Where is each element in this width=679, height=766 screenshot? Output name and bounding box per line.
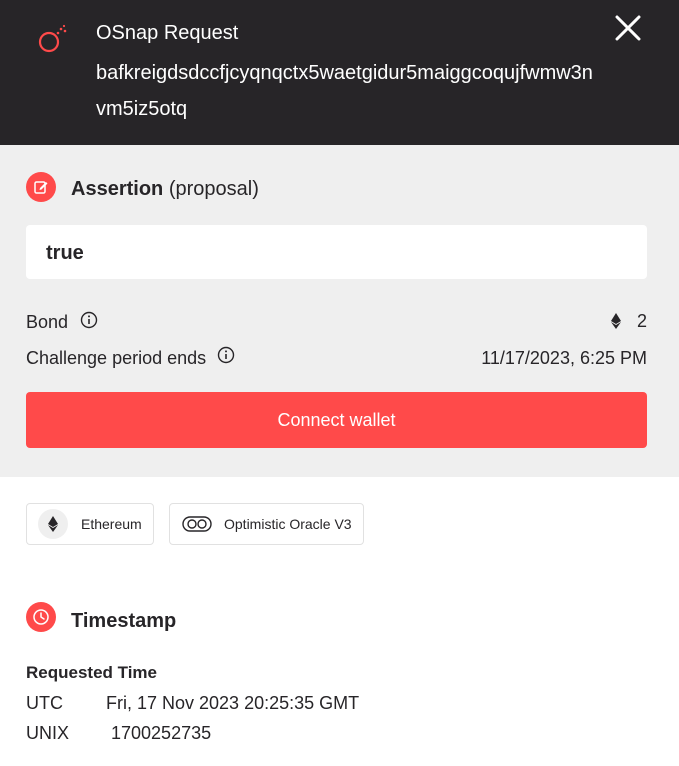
bond-label: Bond [26,312,69,332]
assertion-value: true [46,242,84,264]
requested-time-label: Requested Time [26,663,158,682]
page-header: OSnap Request bafkreigdsdccfjcyqnqctx5wa… [0,0,679,145]
oracle-chip: Optimistic Oracle V3 [169,503,364,545]
edit-icon [26,172,56,202]
close-icon[interactable] [612,12,644,44]
bond-value: 2 [636,311,647,331]
challenge-info-icon[interactable] [217,346,235,364]
timestamp-title: Timestamp [71,610,177,632]
osnap-logo-icon [38,24,67,53]
ethereum-logo-icon [38,509,68,539]
clock-icon [26,602,56,632]
assertion-section: Assertion (proposal) true Bond 2 Challen… [0,145,679,477]
assertion-title-bold: Assertion [71,178,164,200]
request-id: bafkreigdsdccfjcyqnqctx5waetgidur5maiggc… [96,62,593,120]
oracle-label: Optimistic Oracle V3 [224,516,352,532]
unix-label: UNIX [26,723,70,743]
connect-wallet-button[interactable]: Connect wallet [26,392,647,448]
utc-label: UTC [26,693,63,713]
assertion-title-suffix: (proposal) [168,178,259,200]
page-title: OSnap Request [96,22,239,44]
unix-value: 1700252735 [111,723,212,743]
bond-info-icon[interactable] [80,311,98,329]
utc-value: Fri, 17 Nov 2023 20:25:35 GMT [106,693,360,713]
challenge-period-label: Challenge period ends [26,348,207,368]
chain-chip: Ethereum [26,503,154,545]
assertion-value-box: true [26,225,647,279]
ethereum-icon [611,313,621,329]
chain-label: Ethereum [81,516,142,532]
challenge-period-value: 11/17/2023, 6:25 PM [481,348,647,368]
assertion-title: Assertion (proposal) [71,177,259,201]
oracle-logo-icon [182,516,212,532]
